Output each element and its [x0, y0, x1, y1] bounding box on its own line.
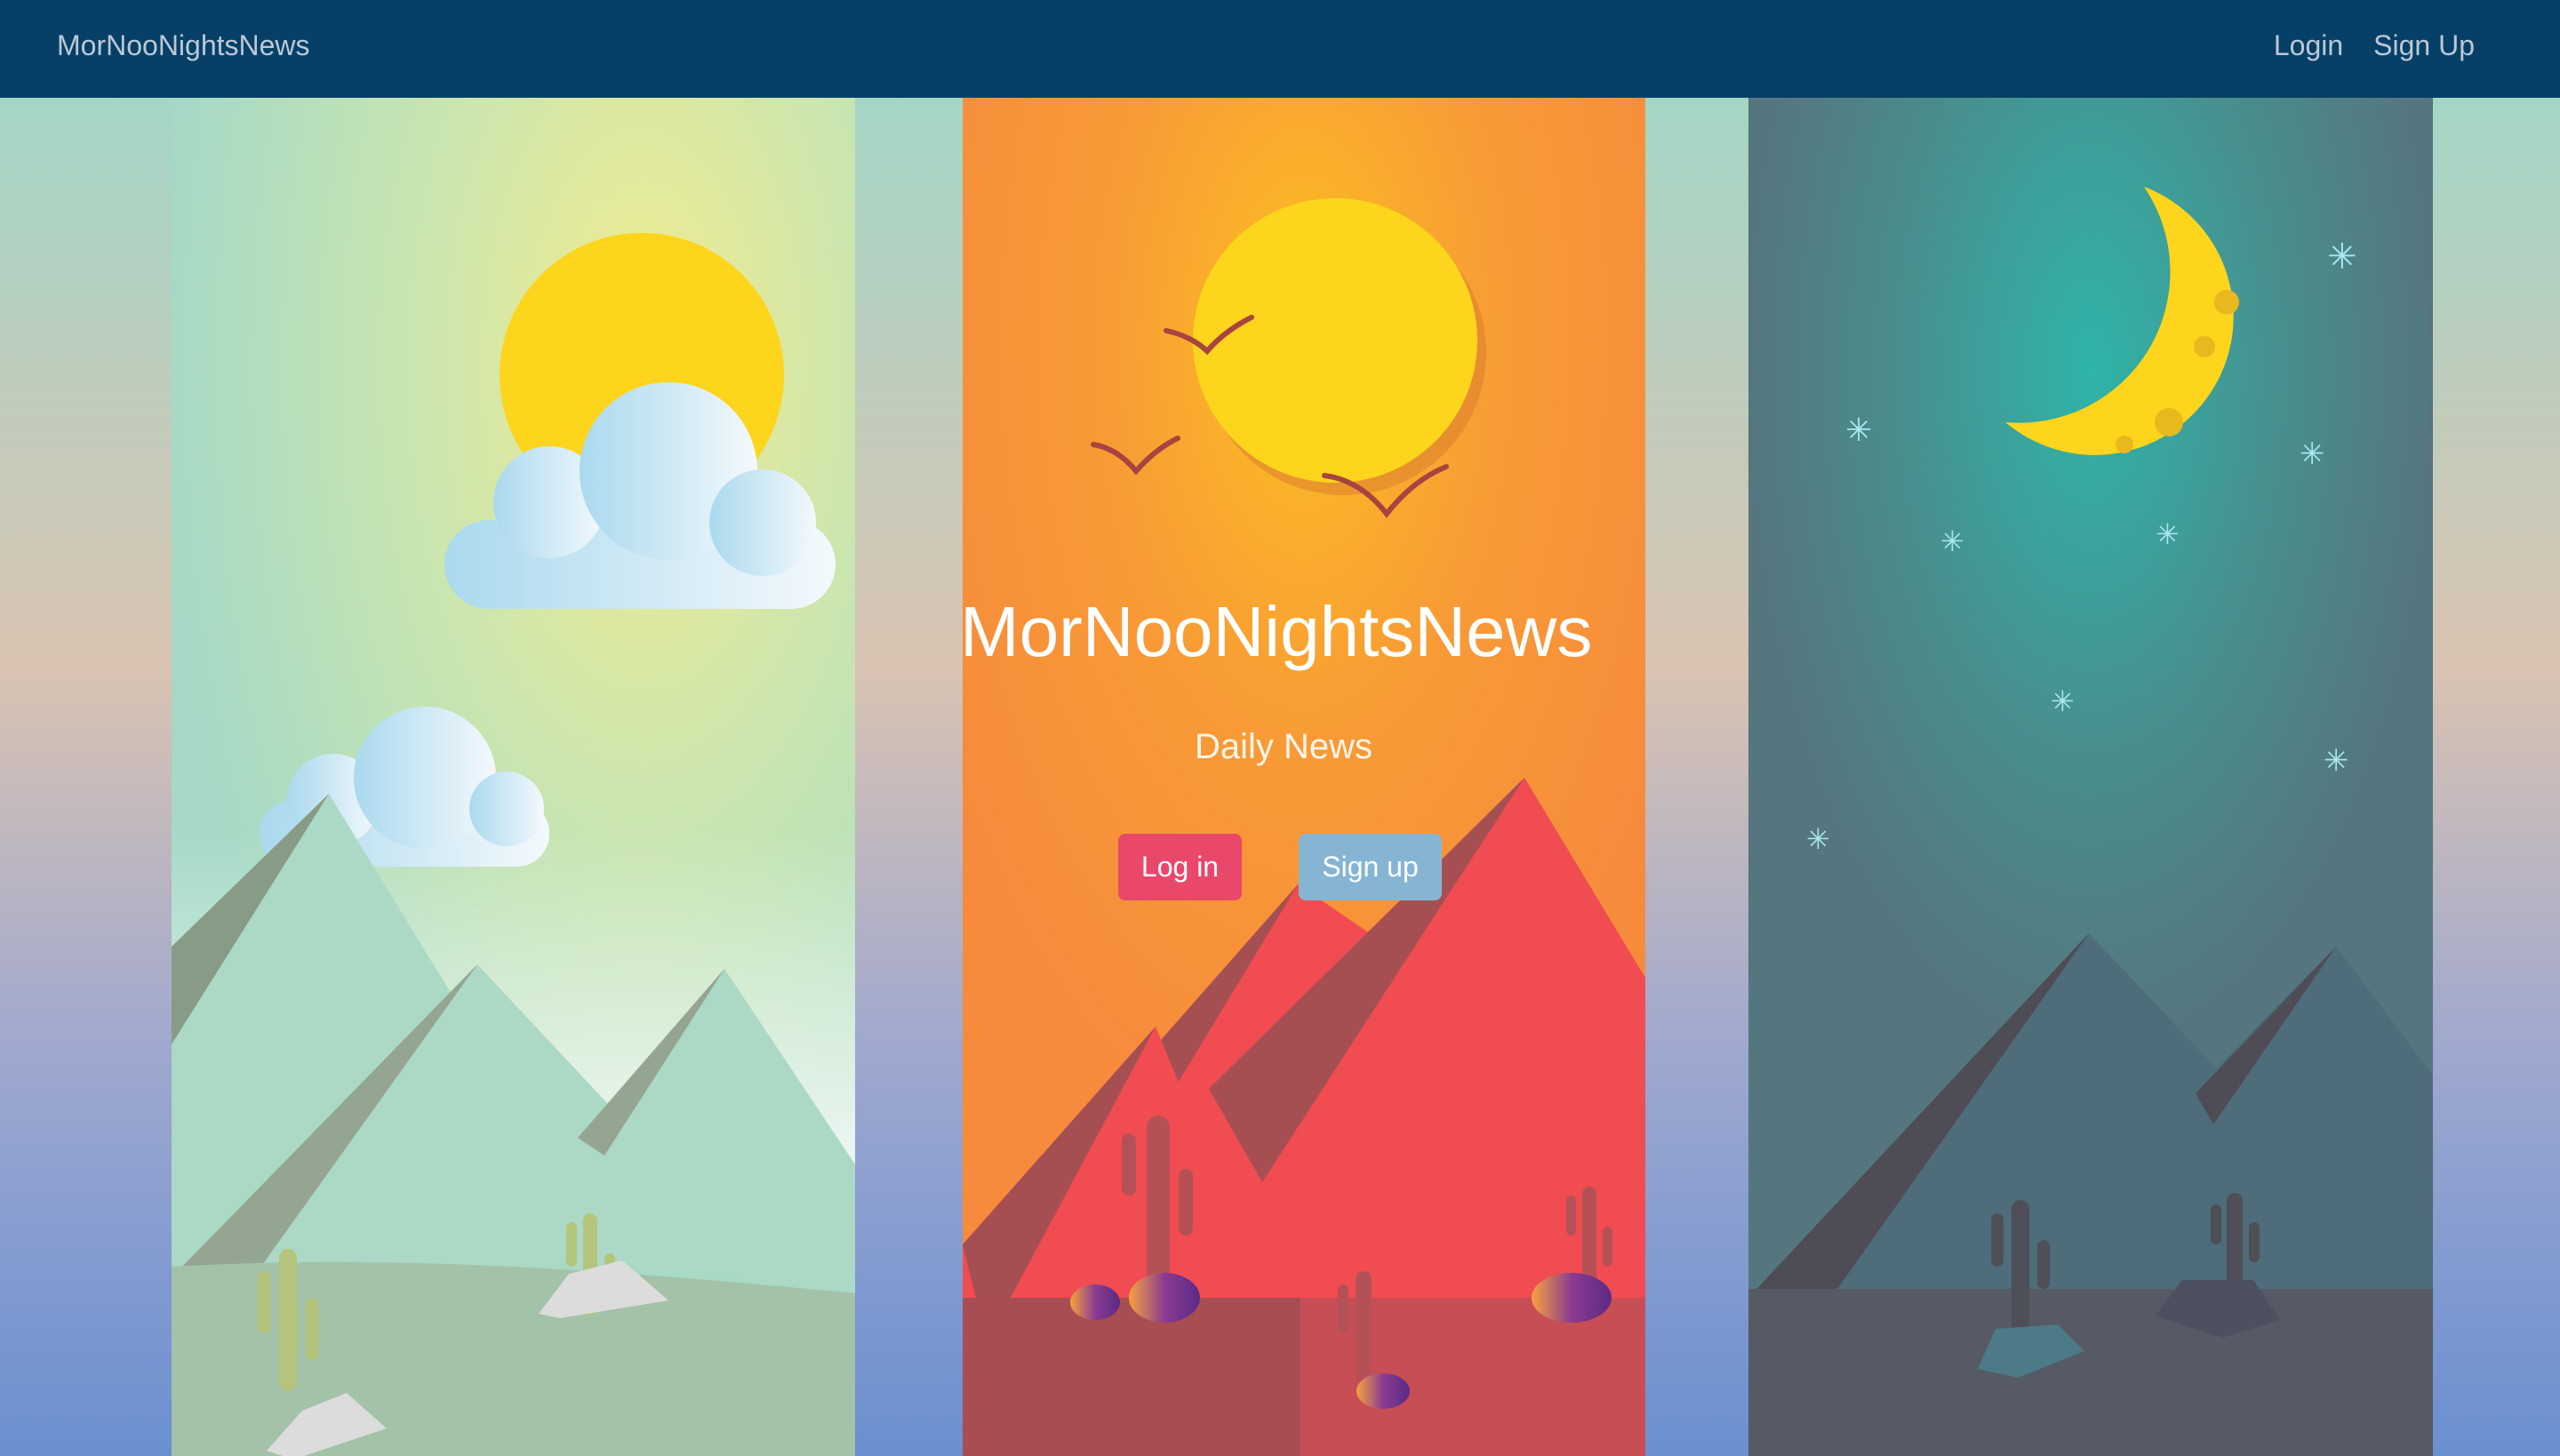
svg-text:✳: ✳: [1940, 524, 1964, 558]
brand-link[interactable]: MorNooNightsNews: [57, 29, 310, 62]
svg-text:✳: ✳: [2051, 684, 2075, 718]
svg-text:✳: ✳: [2300, 436, 2325, 472]
svg-text:✳: ✳: [2327, 236, 2357, 277]
nav-login-link[interactable]: Login: [2274, 29, 2343, 62]
nav-links: Login Sign Up: [2274, 29, 2475, 62]
hero-background: ✳ ✳ ✳ ✳ ✳ ✳ ✳ ✳: [0, 98, 2560, 1456]
login-button[interactable]: Log in: [1118, 834, 1242, 900]
svg-text:✳: ✳: [1806, 822, 1830, 856]
morning-panel: [172, 98, 855, 1456]
night-panel: ✳ ✳ ✳ ✳ ✳ ✳ ✳ ✳: [1748, 98, 2433, 1456]
nav-signup-link[interactable]: Sign Up: [2373, 29, 2475, 62]
svg-text:✳: ✳: [2324, 743, 2349, 779]
navbar: MorNooNightsNews Login Sign Up: [0, 0, 2560, 98]
svg-text:✳: ✳: [1845, 412, 1872, 449]
signup-button[interactable]: Sign up: [1299, 834, 1442, 900]
illustration: ✳ ✳ ✳ ✳ ✳ ✳ ✳ ✳: [0, 98, 2560, 1456]
svg-text:✳: ✳: [2156, 517, 2180, 551]
noon-panel: [963, 98, 1645, 1456]
